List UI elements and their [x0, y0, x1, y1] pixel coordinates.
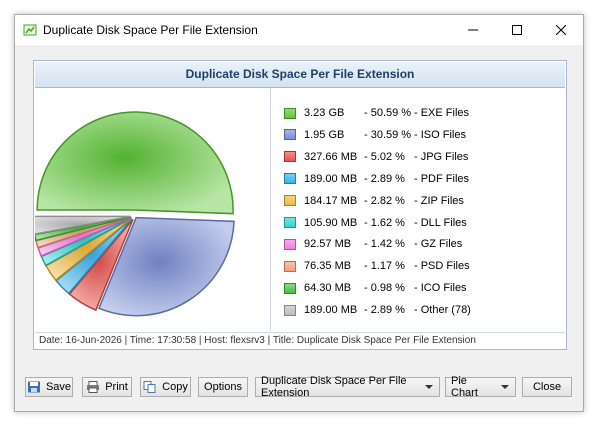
window-title: Duplicate Disk Space Per File Extension: [43, 23, 258, 37]
legend-label: - Other (78): [414, 304, 471, 317]
legend-swatch: [284, 238, 296, 250]
legend-percent: - 2.89 %: [364, 304, 405, 317]
legend-percent: - 0.98 %: [364, 282, 405, 295]
legend-item: 76.35 MB - 1.17 % - PSD Files: [284, 258, 554, 274]
close-window-button[interactable]: [539, 15, 583, 45]
close-button[interactable]: Close: [522, 377, 572, 397]
close-icon: [556, 25, 566, 35]
status-bar: Date: 16-Jun-2026 | Time: 17:30:58 | Hos…: [35, 332, 565, 348]
legend-size: 105.90 MB: [304, 216, 358, 229]
legend-percent: - 30.59 %: [364, 128, 412, 141]
save-button[interactable]: Save: [25, 377, 73, 397]
legend-percent: - 2.82 %: [364, 194, 405, 207]
legend-size: 3.23 GB: [304, 107, 345, 119]
legend-size: 1.95 GB: [304, 128, 345, 141]
legend-swatch: [284, 107, 296, 119]
legend-size: 189.00 MB: [304, 304, 358, 317]
legend-percent: - 2.89 %: [364, 172, 405, 185]
legend-swatch: [284, 282, 296, 294]
legend-size: 76.35 MB: [304, 260, 352, 273]
report-select[interactable]: Duplicate Disk Space Per File Extension: [255, 375, 440, 399]
minimize-icon: [468, 29, 478, 31]
legend-label: - JPG Files: [414, 150, 469, 163]
legend-label: - PDF Files: [414, 172, 469, 185]
legend-percent: - 1.17 %: [364, 260, 405, 273]
chevron-down-icon: [501, 385, 509, 389]
chart-title: Duplicate Disk Space Per File Extension: [35, 62, 565, 88]
legend-item: 3.23 GB - 50.59 % - EXE Files: [284, 105, 554, 121]
chart-panel: Duplicate Disk Space Per File Extension …: [33, 60, 567, 350]
legend-size: 64.30 MB: [304, 282, 352, 295]
legend-item: 64.30 MB - 0.98 % - ICO Files: [284, 280, 554, 296]
legend-item: 189.00 MB - 2.89 % - PDF Files: [284, 171, 554, 187]
legend-swatch: [284, 304, 296, 316]
pie-slice-exe-files: [36, 111, 234, 215]
legend-label: - PSD Files: [414, 260, 470, 273]
legend-size: 327.66 MB: [304, 150, 358, 163]
minimize-button[interactable]: [451, 15, 495, 45]
pie-chart: [35, 111, 235, 317]
legend-swatch: [284, 129, 296, 141]
legend-swatch: [284, 217, 296, 228]
maximize-icon: [512, 25, 522, 35]
chevron-down-icon: [425, 385, 433, 389]
legend-swatch: [284, 173, 296, 185]
title-bar: Duplicate Disk Space Per File Extension: [15, 15, 583, 45]
legend-percent: - 50.59 %: [364, 107, 412, 119]
legend-size: 92.57 MB: [304, 238, 352, 251]
legend-percent: - 1.62 %: [364, 216, 405, 229]
legend-item: 327.66 MB - 5.02 % - JPG Files: [284, 149, 554, 165]
app-icon: [23, 24, 37, 36]
divider: [270, 88, 271, 331]
legend-label: - ICO Files: [414, 282, 467, 295]
legend-label: - ZIP Files: [414, 194, 464, 207]
legend-percent: - 1.42 %: [364, 238, 405, 251]
legend-swatch: [284, 260, 296, 272]
legend-swatch: [284, 195, 296, 207]
options-button[interactable]: Options: [198, 377, 248, 397]
legend-label: - GZ Files: [414, 238, 463, 251]
maximize-button[interactable]: [495, 15, 539, 45]
save-icon: [27, 381, 40, 393]
print-button[interactable]: Print: [82, 377, 132, 397]
chart-type-select[interactable]: Pie Chart: [445, 375, 516, 399]
legend-item: 184.17 MB - 2.82 % - ZIP Files: [284, 193, 554, 209]
legend-item: 1.95 GB - 30.59 % - ISO Files: [284, 127, 554, 143]
report-window: Duplicate Disk Space Per File Extension …: [14, 14, 584, 412]
copy-button[interactable]: Copy: [140, 377, 191, 397]
legend-item: 105.90 MB - 1.62 % - DLL Files: [284, 215, 554, 231]
copy-icon: [143, 381, 156, 393]
legend-item: 189.00 MB - 2.89 % - Other (78): [284, 302, 554, 318]
legend-percent: - 5.02 %: [364, 150, 405, 163]
printer-icon: [87, 381, 100, 393]
legend-size: 184.17 MB: [304, 194, 358, 207]
legend-label: - EXE Files: [414, 107, 470, 119]
legend-swatch: [284, 151, 296, 163]
legend-item: 92.57 MB - 1.42 % - GZ Files: [284, 236, 554, 252]
legend-label: - ISO Files: [414, 128, 466, 141]
legend-label: - DLL Files: [414, 216, 467, 229]
legend-size: 189.00 MB: [304, 172, 358, 185]
